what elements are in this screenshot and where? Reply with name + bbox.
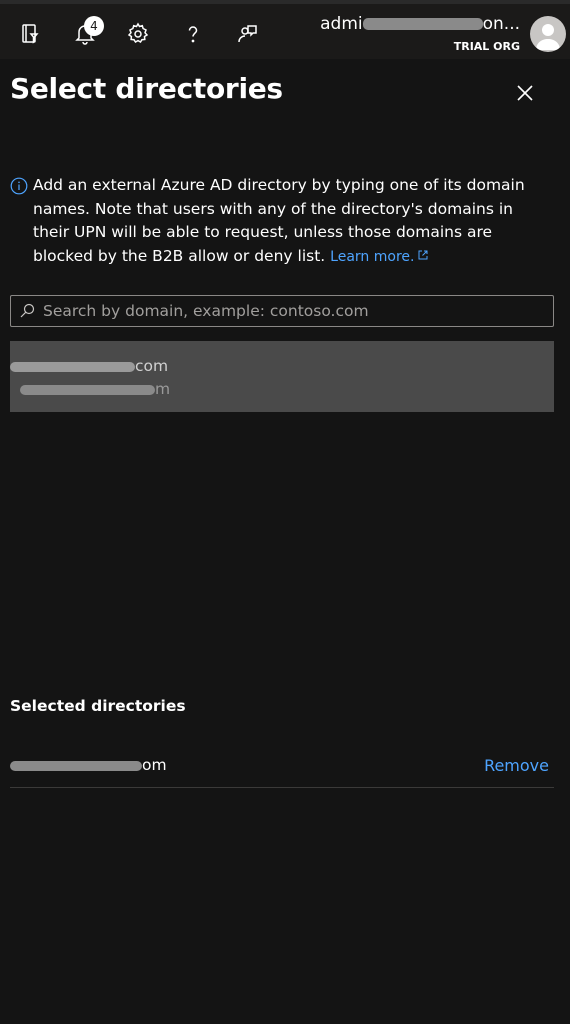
remove-button[interactable]: Remove bbox=[484, 756, 549, 775]
close-icon bbox=[517, 85, 533, 101]
account-info[interactable]: admi on... TRIAL ORG bbox=[320, 14, 520, 53]
selected-directory-domain: om bbox=[10, 756, 167, 774]
account-name: admi on... bbox=[320, 14, 520, 34]
directory-filter-icon[interactable] bbox=[14, 14, 48, 54]
redacted-block bbox=[362, 18, 483, 30]
learn-more-link[interactable]: Learn more. bbox=[330, 249, 429, 265]
selected-directories-heading: Selected directories bbox=[10, 697, 186, 715]
redacted-block bbox=[10, 361, 135, 372]
search-icon bbox=[20, 303, 35, 318]
external-link-icon bbox=[418, 250, 428, 259]
search-result-item[interactable]: com m bbox=[10, 341, 554, 412]
notification-count-badge: 4 bbox=[84, 16, 104, 36]
search-box bbox=[10, 295, 554, 327]
redacted-block bbox=[20, 384, 155, 395]
avatar[interactable] bbox=[530, 16, 566, 52]
page-title: Select directories bbox=[10, 72, 283, 105]
info-message: Add an external Azure AD directory by ty… bbox=[10, 174, 550, 269]
selected-directory-row: om Remove bbox=[10, 752, 554, 788]
close-button[interactable] bbox=[508, 76, 542, 110]
redacted-block bbox=[10, 760, 142, 771]
result-domain-subtitle: m bbox=[10, 380, 554, 403]
info-text: Add an external Azure AD directory by ty… bbox=[33, 176, 525, 265]
info-icon bbox=[10, 177, 28, 195]
result-domain-name: com bbox=[10, 357, 554, 380]
feedback-icon[interactable] bbox=[230, 14, 264, 54]
gear-icon[interactable] bbox=[121, 14, 155, 54]
top-bar: 4 admi on... TRIAL ORG bbox=[0, 0, 570, 59]
help-icon[interactable] bbox=[176, 14, 210, 54]
search-input[interactable] bbox=[41, 301, 553, 321]
account-org: TRIAL ORG bbox=[453, 40, 520, 53]
